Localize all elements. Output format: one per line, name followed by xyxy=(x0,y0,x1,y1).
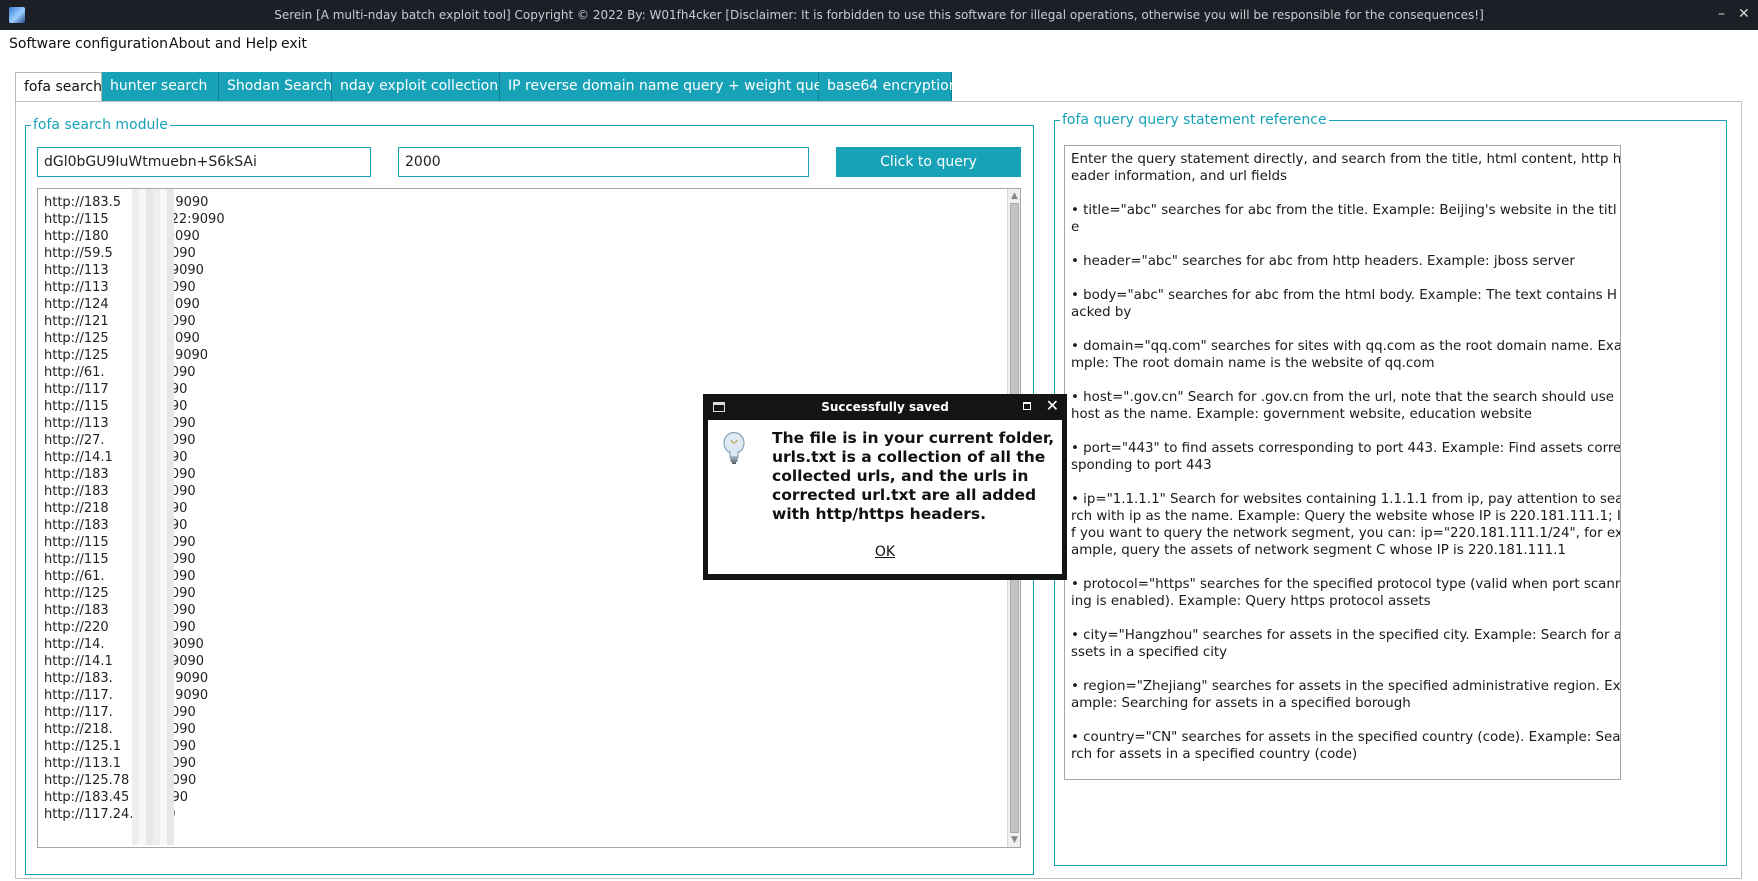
url-visible-prefix: http://183 xyxy=(44,484,109,499)
url-visible-prefix: http://115 xyxy=(44,552,109,567)
url-visible-prefix: http://27. xyxy=(44,433,105,448)
tab-ip-reverse-domain[interactable]: IP reverse domain name query + weight qu… xyxy=(500,72,836,101)
url-visible-prefix: http://61. xyxy=(44,569,105,584)
reference-paragraph: • header="abc" searches for abc from htt… xyxy=(1071,254,1575,269)
reference-paragraph: • port="443" to find assets correspondin… xyxy=(1071,441,1621,473)
url-visible-prefix: http://117 xyxy=(44,382,109,397)
url-visible-prefix: http://113 xyxy=(44,263,109,278)
reference-paragraph: • domain="qq.com" searches for sites wit… xyxy=(1071,339,1621,371)
url-visible-prefix: http://113 xyxy=(44,416,109,431)
redaction-blur xyxy=(132,189,174,845)
url-visible-prefix: http://125.78 xyxy=(44,773,130,788)
tab-fofa-search[interactable]: fofa search xyxy=(15,72,102,102)
url-visible-prefix: http://125 xyxy=(44,331,109,346)
url-visible-prefix: http://180 xyxy=(44,229,109,244)
dialog-title: Successfully saved xyxy=(821,400,949,414)
dialog-message: The file is in your current folder, urls… xyxy=(772,429,1055,523)
url-visible-prefix: http://218 xyxy=(44,501,109,516)
url-visible-prefix: http://117. xyxy=(44,705,113,720)
menu-software-configuration[interactable]: Software configuration xyxy=(9,36,168,52)
scroll-down-arrow-icon[interactable]: ▼ xyxy=(1008,833,1020,847)
reference-paragraph: • region="Zhejiang" searches for assets … xyxy=(1071,679,1621,711)
menu-about-and-help[interactable]: About and Help xyxy=(169,36,278,52)
maximize-icon[interactable] xyxy=(1023,402,1031,410)
query-button[interactable]: Click to query xyxy=(836,147,1021,177)
fofa-module-legend: fofa search module xyxy=(33,117,168,133)
success-dialog: Successfully saved ✕ The file is in your… xyxy=(703,394,1067,580)
dialog-body: The file is in your current folder, urls… xyxy=(708,420,1062,574)
reference-paragraph: Enter the query statement directly, and … xyxy=(1071,152,1621,184)
tab-nday-exploit-collection[interactable]: nday exploit collection xyxy=(332,72,500,101)
fofa-key-input[interactable] xyxy=(37,147,371,177)
tab-hunter-search[interactable]: hunter search xyxy=(102,72,219,101)
menu-bar: Software configuration About and Help ex… xyxy=(0,30,1758,58)
url-visible-prefix: http://125.1 xyxy=(44,739,122,754)
reference-text: Enter the query statement directly, and … xyxy=(1071,151,1621,779)
fofa-query-reference: fofa query query statement reference Ent… xyxy=(1054,112,1727,866)
url-visible-prefix: http://183.5 xyxy=(44,195,122,210)
reference-paragraph: • city="Hangzhou" searches for assets in… xyxy=(1071,628,1621,660)
ok-button[interactable]: OK xyxy=(708,544,1062,560)
menu-exit[interactable]: exit xyxy=(281,36,307,52)
url-visible-prefix: http://113 xyxy=(44,280,109,295)
close-icon[interactable]: ✕ xyxy=(1738,7,1750,21)
url-visible-prefix: http://113.1 xyxy=(44,756,122,771)
reference-paragraph: • ip="1.1.1.1" Search for websites conta… xyxy=(1071,492,1621,558)
url-visible-prefix: http://59.5 xyxy=(44,246,113,261)
url-visible-prefix: http://183. xyxy=(44,671,113,686)
url-visible-prefix: http://183 xyxy=(44,518,109,533)
url-visible-prefix: http://117.24. xyxy=(44,807,134,822)
url-visible-prefix: http://115 xyxy=(44,399,109,414)
url-visible-prefix: http://121 xyxy=(44,314,109,329)
bulb-icon xyxy=(723,432,745,464)
reference-paragraph: • protocol="https" searches for the spec… xyxy=(1071,577,1621,609)
url-visible-prefix: http://115 xyxy=(44,212,109,227)
url-visible-prefix: http://14.1 xyxy=(44,450,113,465)
url-visible-prefix: http://14. xyxy=(44,637,105,652)
url-visible-prefix: http://183.45 xyxy=(44,790,130,805)
reference-legend: fofa query query statement reference xyxy=(1062,112,1327,128)
tab-base64-encryption[interactable]: base64 encryption xyxy=(819,72,958,101)
close-icon[interactable]: ✕ xyxy=(1046,398,1059,414)
url-visible-prefix: http://61. xyxy=(44,365,105,380)
url-visible-prefix: http://183 xyxy=(44,467,109,482)
reference-paragraph: • host=".gov.cn" Search for .gov.cn from… xyxy=(1071,390,1614,422)
url-visible-prefix: http://124 xyxy=(44,297,109,312)
url-visible-prefix: http://220 xyxy=(44,620,109,635)
reference-paragraph: • country="CN" searches for assets in th… xyxy=(1071,730,1621,762)
url-visible-prefix: http://14.1 xyxy=(44,654,113,669)
url-visible-prefix: http://218. xyxy=(44,722,113,737)
reference-textarea[interactable]: Enter the query statement directly, and … xyxy=(1064,145,1621,780)
scroll-up-arrow-icon[interactable]: ▲ xyxy=(1008,189,1020,203)
tab-shodan-search[interactable]: Shodan Search xyxy=(219,72,332,101)
url-visible-prefix: http://115 xyxy=(44,535,109,550)
minimize-icon[interactable]: – xyxy=(1718,7,1725,21)
reference-paragraph: • body="abc" searches for abc from the h… xyxy=(1071,288,1617,320)
result-count-input[interactable] xyxy=(398,147,809,177)
reference-paragraph: • title="abc" searches for abc from the … xyxy=(1071,203,1617,235)
url-visible-prefix: http://125 xyxy=(44,348,109,363)
url-visible-prefix: http://125 xyxy=(44,586,109,601)
url-visible-prefix: http://117. xyxy=(44,688,113,703)
url-visible-prefix: http://183 xyxy=(44,603,109,618)
window-titlebar: Serein [A multi-nday batch exploit tool]… xyxy=(0,0,1758,30)
window-title: Serein [A multi-nday batch exploit tool]… xyxy=(274,8,1484,22)
